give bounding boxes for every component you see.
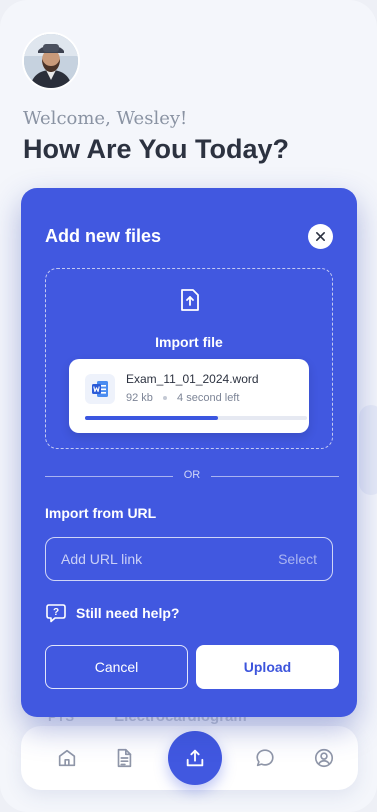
help-link[interactable]: ? Still need help? — [45, 602, 179, 624]
help-icon: ? — [46, 604, 66, 623]
import-url-label: Import from URL — [45, 505, 157, 521]
divider-left — [45, 476, 173, 477]
upload-icon — [186, 749, 204, 767]
document-icon[interactable] — [112, 746, 136, 770]
upload-button[interactable]: Upload — [196, 645, 339, 689]
file-size: 92 kb — [126, 392, 153, 404]
modal-title: Add new files — [45, 226, 162, 246]
avatar[interactable] — [24, 34, 78, 88]
welcome-text: Welcome, Wesley! — [23, 108, 188, 129]
close-button[interactable] — [308, 224, 333, 249]
app-screen: Welcome, Wesley! How Are You Today? PYS … — [0, 0, 377, 812]
upload-progress-bar — [85, 416, 307, 420]
background-card — [359, 405, 377, 495]
or-divider-label: OR — [183, 469, 201, 481]
upload-progress-fill — [85, 416, 219, 420]
upload-fab-button[interactable] — [168, 731, 222, 785]
word-file-icon — [85, 374, 115, 404]
close-icon — [316, 232, 325, 241]
import-file-label: Import file — [155, 334, 223, 350]
select-button[interactable]: Select — [278, 551, 317, 567]
time-left: 4 second left — [177, 392, 240, 404]
avatar-image — [24, 34, 78, 88]
file-upload-card: Exam_11_01_2024.word 92 kb 4 second left — [69, 359, 309, 433]
url-field: Select — [45, 537, 333, 581]
meta-separator — [162, 396, 167, 401]
home-icon[interactable] — [55, 746, 79, 770]
svg-text:?: ? — [53, 607, 59, 618]
file-name: Exam_11_01_2024.word — [126, 372, 259, 386]
chat-icon[interactable] — [253, 746, 277, 770]
help-text: Still need help? — [76, 605, 180, 621]
page-title: How Are You Today? — [23, 134, 290, 164]
file-dropzone[interactable]: Import file Exam_11_01_2024.word 92 kb 4… — [45, 268, 333, 449]
url-input[interactable] — [61, 538, 261, 580]
cancel-button[interactable]: Cancel — [45, 645, 188, 689]
add-files-modal: Add new files Import file Exam_11_01_202… — [21, 188, 357, 717]
upload-file-icon — [181, 289, 199, 311]
file-meta: 92 kb 4 second left — [126, 392, 239, 404]
divider-right — [211, 476, 339, 477]
profile-icon[interactable] — [312, 746, 336, 770]
